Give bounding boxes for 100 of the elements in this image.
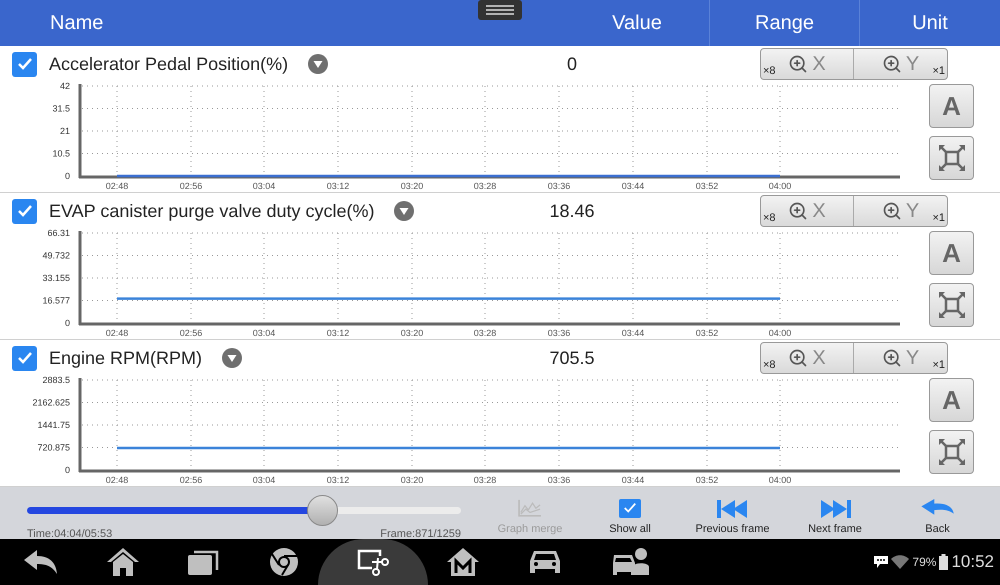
x-tick-label: 03:12 bbox=[326, 328, 350, 338]
parameter-name: Engine RPM(RPM) bbox=[49, 346, 202, 370]
zoom-button[interactable]: Y ×1 bbox=[854, 196, 947, 226]
x-tick-label: 03:52 bbox=[696, 475, 718, 485]
y-tick-label: 0 bbox=[64, 318, 70, 328]
zoom-button[interactable]: Y ×1 bbox=[854, 343, 947, 373]
battery-percent: 79% bbox=[912, 554, 936, 571]
axis-label: Y bbox=[906, 52, 920, 77]
y-tick-label: 49.732 bbox=[42, 250, 70, 260]
zoom-in-icon bbox=[882, 201, 902, 221]
skip-forward-icon bbox=[819, 500, 851, 518]
y-tick-label: 16.577 bbox=[42, 296, 70, 306]
x-tick-label: 04:00 bbox=[768, 475, 792, 485]
x-tick-label: 02:48 bbox=[106, 328, 128, 338]
browser-icon[interactable] bbox=[269, 547, 299, 577]
axis-label: Y bbox=[906, 346, 920, 371]
back-arrow-icon bbox=[920, 499, 956, 518]
x-tick-label: 03:52 bbox=[696, 328, 718, 338]
x-tick-label: 04:00 bbox=[768, 328, 792, 338]
car-technician-icon[interactable] bbox=[611, 547, 651, 577]
zoom-factor: ×1 bbox=[932, 210, 945, 226]
expand-arrows-icon bbox=[938, 292, 964, 318]
x-tick-label: 03:12 bbox=[326, 475, 350, 485]
fit-button[interactable] bbox=[929, 283, 974, 327]
zoom-button[interactable]: ×8 X bbox=[761, 343, 854, 373]
home-icon[interactable] bbox=[107, 548, 139, 576]
checkmark-icon bbox=[16, 56, 32, 72]
x-tick-label: 03:04 bbox=[252, 328, 276, 338]
clock: 10:52 bbox=[951, 551, 994, 574]
frame-label: Frame:871/1259 bbox=[380, 527, 461, 542]
y-tick-label: 2162.625 bbox=[32, 398, 70, 408]
dropdown-icon[interactable] bbox=[222, 348, 242, 368]
dropdown-icon[interactable] bbox=[394, 201, 414, 221]
x-tick-label: 03:36 bbox=[548, 475, 570, 485]
dropdown-icon[interactable] bbox=[308, 54, 328, 74]
zoom-in-icon bbox=[882, 348, 902, 368]
skip-back-icon bbox=[716, 500, 748, 518]
zoom-button[interactable]: ×8 X bbox=[761, 49, 854, 79]
back-arrow-icon[interactable] bbox=[24, 550, 58, 574]
x-tick-label: 03:44 bbox=[622, 328, 644, 338]
drag-handle-icon[interactable] bbox=[478, 0, 522, 20]
y-tick-label: 33.155 bbox=[42, 273, 70, 283]
fit-button[interactable] bbox=[929, 430, 974, 474]
x-tick-label: 03:36 bbox=[548, 181, 570, 191]
x-tick-label: 03:44 bbox=[622, 181, 644, 191]
x-tick-label: 03:12 bbox=[326, 181, 350, 191]
zoom-button[interactable]: ×8 X bbox=[761, 196, 854, 226]
parameter-value: 18.46 bbox=[548, 200, 596, 222]
parameter-value: 0 bbox=[566, 52, 578, 76]
slider-thumb[interactable] bbox=[307, 494, 338, 526]
x-tick-label: 02:56 bbox=[180, 475, 202, 485]
x-tick-label: 02:48 bbox=[106, 181, 128, 191]
garage-home-icon[interactable] bbox=[447, 548, 479, 576]
expand-arrows-icon bbox=[938, 439, 964, 465]
toolbar-button[interactable]: Previous frame bbox=[670, 499, 795, 537]
auto-scale-button[interactable]: A bbox=[929, 231, 974, 275]
fit-button[interactable] bbox=[929, 136, 974, 180]
zoom-button[interactable]: Y ×1 bbox=[854, 49, 947, 79]
zoom-in-icon bbox=[788, 348, 808, 368]
timeline-slider[interactable] bbox=[27, 495, 461, 525]
y-tick-label: 42 bbox=[60, 81, 70, 91]
zoom-factor: ×8 bbox=[763, 210, 776, 226]
zoom-in-icon bbox=[882, 54, 902, 74]
checkbox[interactable] bbox=[12, 346, 37, 370]
checkmark-icon bbox=[16, 350, 32, 366]
x-tick-label: 03:28 bbox=[474, 475, 496, 485]
checkbox[interactable] bbox=[12, 198, 37, 224]
auto-scale-button[interactable]: A bbox=[929, 84, 974, 128]
y-tick-label: 66.31 bbox=[47, 228, 70, 238]
x-tick-label: 03:20 bbox=[400, 181, 424, 191]
x-tick-label: 03:44 bbox=[622, 475, 644, 485]
checkmark-icon bbox=[623, 501, 637, 516]
axis-label: Y bbox=[906, 199, 920, 224]
checkbox[interactable] bbox=[12, 52, 37, 76]
screenshot-icon bbox=[356, 548, 390, 576]
zoom-factor: ×8 bbox=[763, 358, 776, 372]
zoom-factor: ×1 bbox=[932, 64, 945, 78]
y-tick-label: 2883.5 bbox=[42, 375, 70, 385]
x-tick-label: 03:28 bbox=[474, 181, 496, 191]
zoom-factor: ×1 bbox=[932, 358, 945, 372]
checkbox[interactable] bbox=[619, 499, 641, 518]
expand-arrows-icon bbox=[938, 145, 964, 171]
x-tick-label: 03:52 bbox=[696, 181, 718, 191]
auto-scale-button[interactable]: A bbox=[929, 378, 974, 422]
x-tick-label: 02:48 bbox=[106, 475, 128, 485]
parameter-value: 705.5 bbox=[548, 346, 596, 370]
checkmark-icon bbox=[16, 203, 32, 219]
x-tick-label: 03:28 bbox=[474, 328, 496, 338]
car-icon[interactable] bbox=[528, 549, 562, 575]
zoom-in-icon bbox=[788, 54, 808, 74]
y-tick-label: 10.5 bbox=[52, 148, 70, 158]
column-header: Unit bbox=[911, 11, 949, 36]
y-tick-label: 0 bbox=[64, 171, 70, 181]
toolbar-button[interactable]: Back bbox=[875, 499, 1000, 537]
recent-apps-icon[interactable] bbox=[188, 549, 220, 575]
x-tick-label: 03:04 bbox=[252, 475, 276, 485]
axis-label: X bbox=[812, 52, 826, 77]
toolbar-button[interactable]: Show all bbox=[590, 499, 670, 537]
toolbar-button[interactable]: Next frame bbox=[795, 499, 875, 537]
zoom-factor: ×8 bbox=[763, 64, 776, 78]
